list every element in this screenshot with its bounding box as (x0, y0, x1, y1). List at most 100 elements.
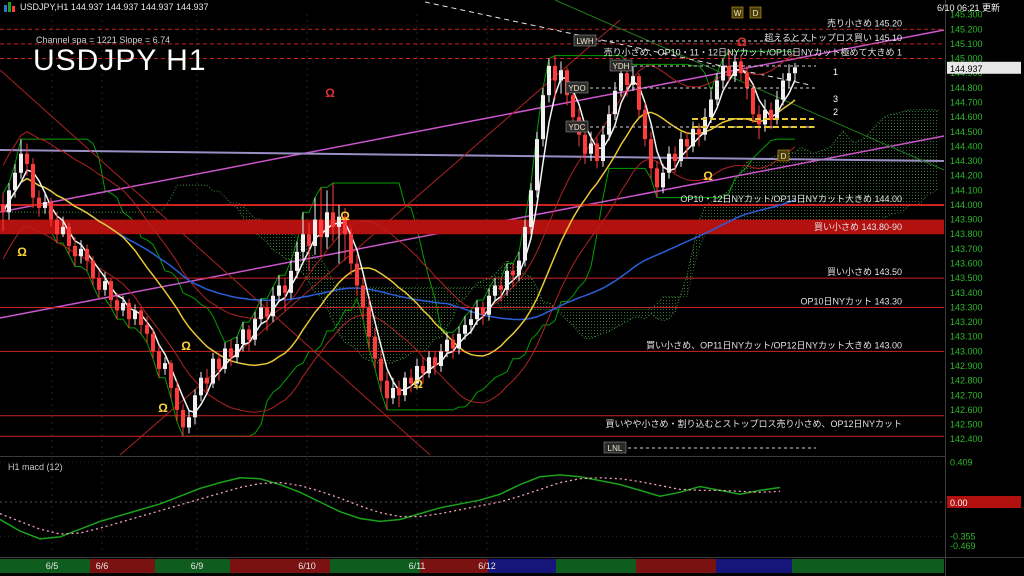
candle (613, 91, 617, 114)
price-tick-label: 143.000 (950, 346, 983, 356)
omega-marker: Ω (703, 169, 713, 183)
candle (535, 139, 539, 190)
omega-marker: Ω (181, 339, 191, 353)
candle (655, 168, 659, 187)
candle (775, 100, 779, 120)
date-label: 6/10 (298, 561, 316, 571)
price-tick-label: 143.400 (950, 288, 983, 298)
price-tick-label: 142.600 (950, 405, 983, 415)
candle (253, 319, 257, 339)
candle (295, 252, 299, 271)
candle (529, 190, 533, 227)
price-tick-label: 144.400 (950, 141, 983, 151)
candle (649, 139, 653, 168)
candle (55, 220, 59, 235)
candle (505, 271, 509, 290)
level-annotation: OP10日NYカット 143.30 (800, 296, 902, 306)
session-segment (488, 559, 556, 573)
candle (367, 307, 371, 336)
svg-text:-0.355: -0.355 (950, 531, 976, 541)
candle (781, 81, 785, 100)
level-tag: YDC (569, 123, 586, 132)
candle (67, 227, 71, 246)
candle (115, 300, 119, 310)
candle (313, 220, 317, 246)
level-annotation: 買い小さめ 143.50 (827, 267, 902, 277)
candle (349, 234, 353, 263)
candle (319, 220, 323, 238)
candle (307, 234, 311, 246)
candle (283, 285, 287, 292)
candle (787, 73, 791, 80)
candle (139, 310, 143, 325)
price-tick-label: 144.100 (950, 185, 983, 195)
candle (37, 198, 41, 208)
price-tick-label: 144.200 (950, 171, 983, 181)
candle (745, 73, 749, 88)
candle (751, 88, 755, 114)
candle (697, 129, 701, 135)
candle (187, 417, 191, 427)
date-label: 6/6 (96, 561, 109, 571)
candle (625, 73, 629, 85)
level-annotation: 売り小さめ 145.20 (827, 17, 902, 28)
candle (205, 378, 209, 384)
candle (481, 307, 485, 314)
candle (541, 95, 545, 139)
candle (709, 100, 713, 118)
candle (43, 202, 47, 208)
candle (589, 143, 593, 153)
macd-label: H1 macd (12) (8, 462, 63, 472)
candle (679, 139, 683, 161)
candle (151, 334, 155, 352)
candle (61, 227, 65, 234)
level-tag: LNL (608, 444, 623, 453)
date-label: 6/11 (409, 561, 426, 571)
price-tick-label: 143.300 (950, 302, 983, 312)
candle (595, 143, 599, 161)
candle (583, 135, 587, 154)
level-annotation: 買いやや小さめ・割り込むとストップロス売り小さめ、OP12日NYカット (605, 418, 902, 429)
candle (133, 310, 137, 319)
level-annotation: 買い小さめ、OP11日NYカット/OP12日NYカット大きめ 143.00 (646, 339, 902, 350)
level-annotation: 売り小さめ、OP10・11・12日NYカット/OP16日NYカット極めて大きめ … (604, 47, 902, 58)
candle (103, 281, 107, 290)
candle (643, 110, 647, 139)
candle (163, 363, 167, 369)
candle (385, 381, 389, 399)
candle (199, 378, 203, 396)
svg-text:0.00: 0.00 (950, 498, 968, 508)
candle (73, 246, 77, 256)
candle (193, 395, 197, 417)
candle (169, 363, 173, 388)
ohlc-quote: USDJPY,H1 144.937 144.937 144.937 144.93… (20, 0, 209, 14)
candle (91, 261, 95, 279)
session-segment (636, 559, 716, 573)
candle (265, 307, 269, 316)
price-tick-label: 144.300 (950, 156, 983, 166)
candle (469, 319, 473, 325)
quote-bar: USDJPY,H1 144.937 144.937 144.937 144.93… (0, 0, 1024, 14)
price-tick-label: 145.100 (950, 39, 983, 49)
candle (241, 329, 245, 344)
price-tick-label: 143.900 (950, 215, 983, 225)
price-chart-canvas[interactable]: LWHYDHYDOYDCLNLWDD132ΩΩΩΩΩΩΩΩ売り小さめ 145.2… (0, 0, 1024, 576)
candle (499, 285, 503, 289)
candle (445, 340, 449, 352)
candle (127, 303, 131, 319)
candle (559, 70, 563, 80)
candle (673, 154, 677, 161)
candle (439, 351, 443, 366)
candle (727, 66, 731, 76)
price-tick-label: 142.500 (950, 420, 983, 430)
candle (31, 164, 35, 198)
price-tick-label: 144.600 (950, 112, 983, 122)
pivot-number: 1 (833, 67, 838, 77)
pivot-number: 3 (833, 94, 838, 104)
price-tick-label: 142.400 (950, 434, 983, 444)
level-tag: YDO (568, 84, 585, 93)
candle (247, 329, 251, 339)
price-axis: 145.300145.200145.100145.000144.900144.8… (946, 0, 1024, 576)
price-tick-label: 143.600 (950, 259, 983, 269)
candle (607, 114, 611, 134)
